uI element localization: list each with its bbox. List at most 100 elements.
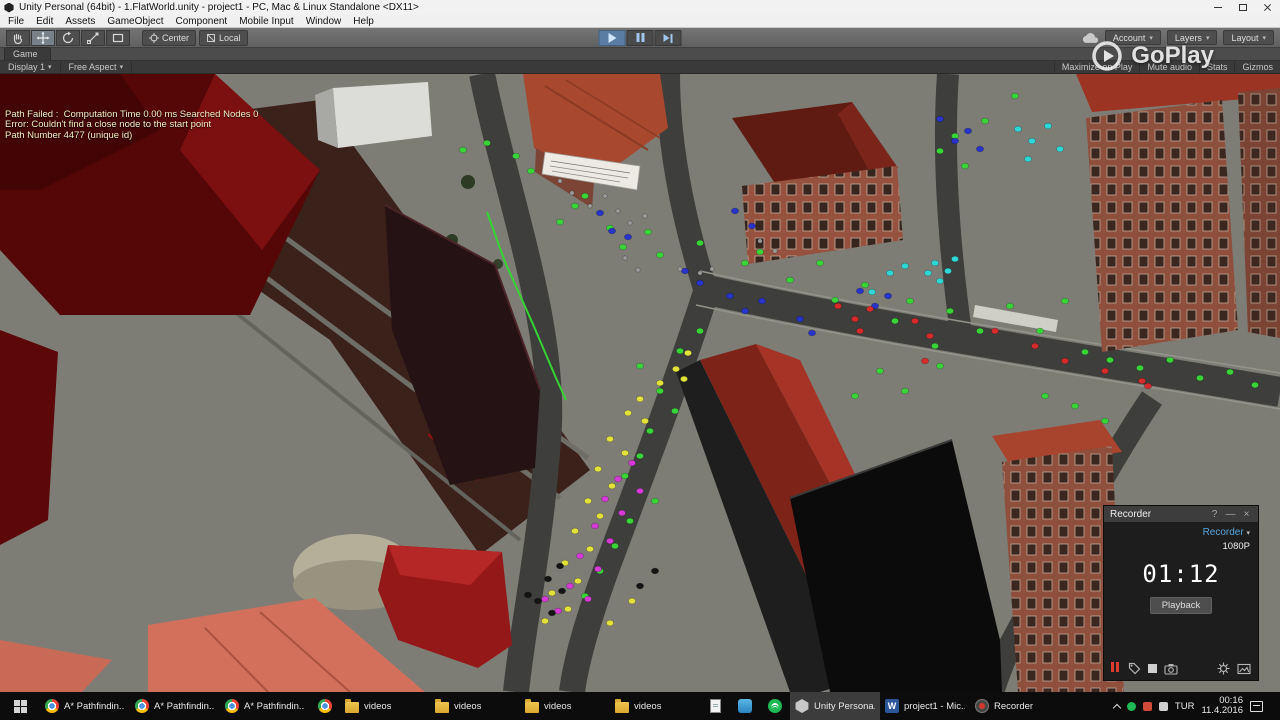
menu-item[interactable]: File (2, 16, 30, 27)
menu-item[interactable]: Assets (59, 16, 101, 27)
step-button[interactable] (654, 30, 682, 46)
agent-dot (656, 379, 664, 387)
taskbar-item-project1-mic[interactable]: project1 - Mic... (880, 692, 970, 720)
agent-dot (976, 145, 984, 153)
agent-dot (851, 392, 859, 400)
recorder-titlebar[interactable]: Recorder ? — × (1104, 506, 1258, 522)
agent-dot (636, 395, 644, 403)
taskbar-item-spotify[interactable] (760, 692, 790, 720)
tray-app-icon[interactable] (1142, 701, 1152, 711)
gear-icon[interactable] (1217, 662, 1230, 675)
taskbar-item-videos[interactable]: videos (520, 692, 610, 720)
taskbar-item-chrome[interactable] (310, 692, 340, 720)
menu-item[interactable]: Help (347, 16, 380, 27)
taskbar-item-a-pathfindin[interactable]: A* Pathfindin... (40, 692, 130, 720)
layers-dropdown[interactable]: Layers ▾ (1166, 30, 1218, 45)
tray-status-icon[interactable] (1158, 701, 1168, 711)
agent-dot (1081, 348, 1089, 356)
stop-recording-button[interactable] (1148, 664, 1157, 673)
agent-dot (936, 115, 944, 123)
main-toolbar: Center Local Account ▾ Layers ▾ Layout ▾ (0, 28, 1280, 48)
agent-dot (697, 270, 703, 276)
play-button[interactable] (598, 30, 626, 46)
pivot-center-button[interactable]: Center (142, 29, 197, 46)
taskbar-item-a-pathfindin[interactable]: A* Pathfindin... (220, 692, 310, 720)
taskbar-clock[interactable]: 00:16 11.4.2016 (1201, 696, 1243, 716)
taskbar-item-label: videos (364, 700, 392, 712)
recorder-minimize-button[interactable]: — (1225, 509, 1236, 520)
agent-dot (981, 117, 989, 125)
chrome-icon (135, 699, 149, 713)
agent-dot (772, 248, 778, 254)
camera-icon[interactable] (1164, 663, 1178, 675)
snapshot-icon[interactable] (1237, 663, 1251, 675)
move-tool-button[interactable] (31, 29, 55, 46)
agent-dot (606, 537, 614, 545)
playback-button[interactable]: Playback (1149, 597, 1213, 614)
menu-bar: File Edit Assets GameObject Component Mobile … (0, 15, 1280, 28)
scene-3d-view (0, 74, 1280, 692)
rect-tool-button[interactable] (106, 29, 130, 46)
display-dropdown[interactable]: Display 1 ▾ (0, 61, 61, 73)
agent-dot (1101, 367, 1109, 375)
maximize-button[interactable] (1230, 0, 1255, 15)
agent-dot (936, 147, 944, 155)
agent-dot (696, 279, 704, 287)
taskbar-item-videos[interactable]: videos (610, 692, 700, 720)
game-view-toolbar-button[interactable]: Gizmos (1234, 61, 1280, 73)
scale-tool-button[interactable] (81, 29, 105, 46)
action-center-icon[interactable] (1250, 700, 1263, 712)
taskbar-item-videos[interactable]: videos (340, 692, 430, 720)
agent-dot (786, 276, 794, 284)
aspect-dropdown[interactable]: Free Aspect ▾ (61, 61, 133, 73)
recorder-mode-dropdown[interactable]: Recorder ▾ (1104, 522, 1258, 538)
menu-item[interactable]: Edit (30, 16, 59, 27)
agent-dot (527, 167, 535, 175)
language-indicator[interactable]: TUR (1175, 701, 1195, 712)
hand-tool-button[interactable] (6, 29, 30, 46)
cloud-collab-icon[interactable] (1081, 32, 1099, 44)
agent-dot (876, 367, 884, 375)
menu-item[interactable]: Window (300, 16, 348, 27)
game-view-right-buttons: Maximize on Play Mute audio Stats Gizmos (1053, 61, 1280, 73)
rotate-tool-button[interactable] (56, 29, 80, 46)
rect-icon (112, 33, 124, 42)
game-view-toolbar-button[interactable]: Stats (1198, 61, 1235, 73)
menu-item[interactable]: GameObject (101, 16, 169, 27)
menu-item[interactable]: Mobile Input (233, 16, 299, 27)
word-icon (885, 699, 899, 713)
taskbar-item-a-pathfindin[interactable]: A* Pathfindin... (130, 692, 220, 720)
account-label: Account (1112, 32, 1146, 43)
tag-icon[interactable] (1128, 662, 1141, 675)
tray-spotify-icon[interactable] (1126, 701, 1136, 711)
close-button[interactable] (1255, 0, 1280, 15)
tab-game[interactable]: Game (4, 47, 51, 60)
pause-recording-button[interactable] (1111, 662, 1121, 675)
game-viewport[interactable]: Path Failed : Computation Time 0.00 ms S… (0, 74, 1280, 692)
layout-dropdown[interactable]: Layout ▾ (1223, 30, 1274, 45)
agent-dot (591, 522, 599, 530)
taskbar-item-recorder[interactable]: Recorder (970, 692, 1060, 720)
agent-dot (851, 315, 859, 323)
taskbar-item-app[interactable] (730, 692, 760, 720)
agent-dot (1144, 382, 1152, 390)
game-view-toolbar-button[interactable]: Maximize on Play (1053, 61, 1140, 73)
agent-dot (548, 609, 556, 617)
taskbar-item-label: videos (634, 700, 662, 712)
taskbar-item-videos[interactable]: videos (430, 692, 520, 720)
menu-item[interactable]: Component (170, 16, 234, 27)
taskbar-item-unity-persona[interactable]: Unity Persona... (790, 692, 880, 720)
pivot-local-button[interactable]: Local (199, 29, 248, 46)
taskbar-item-notepad[interactable] (700, 692, 730, 720)
pause-button[interactable] (626, 30, 654, 46)
tray-expand-icon[interactable] (1112, 703, 1122, 712)
start-button[interactable] (0, 692, 40, 720)
minimize-button[interactable] (1205, 0, 1230, 15)
taskbar-item-label: videos (544, 700, 572, 712)
agent-dot (861, 281, 869, 289)
pivot-center-label: Center (162, 32, 190, 43)
recorder-close-button[interactable]: × (1241, 509, 1252, 520)
game-view-toolbar-button[interactable]: Mute audio (1139, 61, 1199, 73)
recorder-help-button[interactable]: ? (1209, 509, 1220, 520)
account-dropdown[interactable]: Account ▾ (1104, 30, 1161, 45)
